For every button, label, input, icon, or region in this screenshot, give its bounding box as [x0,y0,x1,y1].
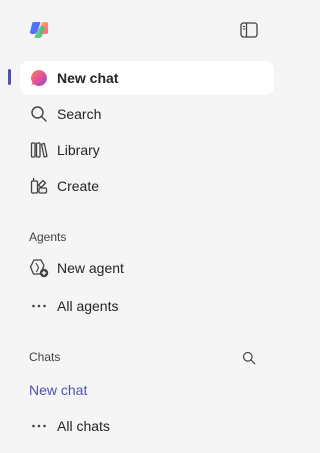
sidebar-item-label: All chats [57,418,110,434]
more-icon [29,296,49,316]
sidebar-item-label: Create [57,178,100,194]
agents-section-heading: Agents [29,230,67,244]
chat-item-new-chat[interactable]: New chat [29,380,87,400]
copilot-chat-icon [29,68,49,88]
library-icon [29,140,49,160]
more-icon [29,416,49,436]
active-item-indicator [8,69,11,85]
create-icon [29,176,49,196]
sidebar-item-create[interactable]: Create [20,169,274,203]
sidebar-item-library[interactable]: Library [20,133,274,167]
sidebar-item-search[interactable]: Search [20,97,274,131]
sidebar-item-label: All agents [57,298,119,314]
chats-section-heading: Chats [29,350,61,364]
sidebar-item-label: Search [57,106,102,122]
sidebar-item-all-chats[interactable]: All chats [20,409,274,443]
sidebar-item-label: New agent [57,260,124,276]
search-chats-icon[interactable] [240,349,258,367]
new-agent-icon [29,258,49,278]
toggle-sidebar-icon[interactable] [238,20,260,40]
sidebar-header [0,0,294,60]
sidebar-item-new-agent[interactable]: New agent [20,251,274,285]
sidebar-item-new-chat[interactable]: New chat [20,61,274,95]
sidebar-item-all-agents[interactable]: All agents [20,289,274,323]
sidebar-item-label: New chat [57,70,119,86]
search-icon [29,104,49,124]
copilot-logo-icon[interactable] [29,20,49,40]
sidebar-item-label: Library [57,142,100,158]
